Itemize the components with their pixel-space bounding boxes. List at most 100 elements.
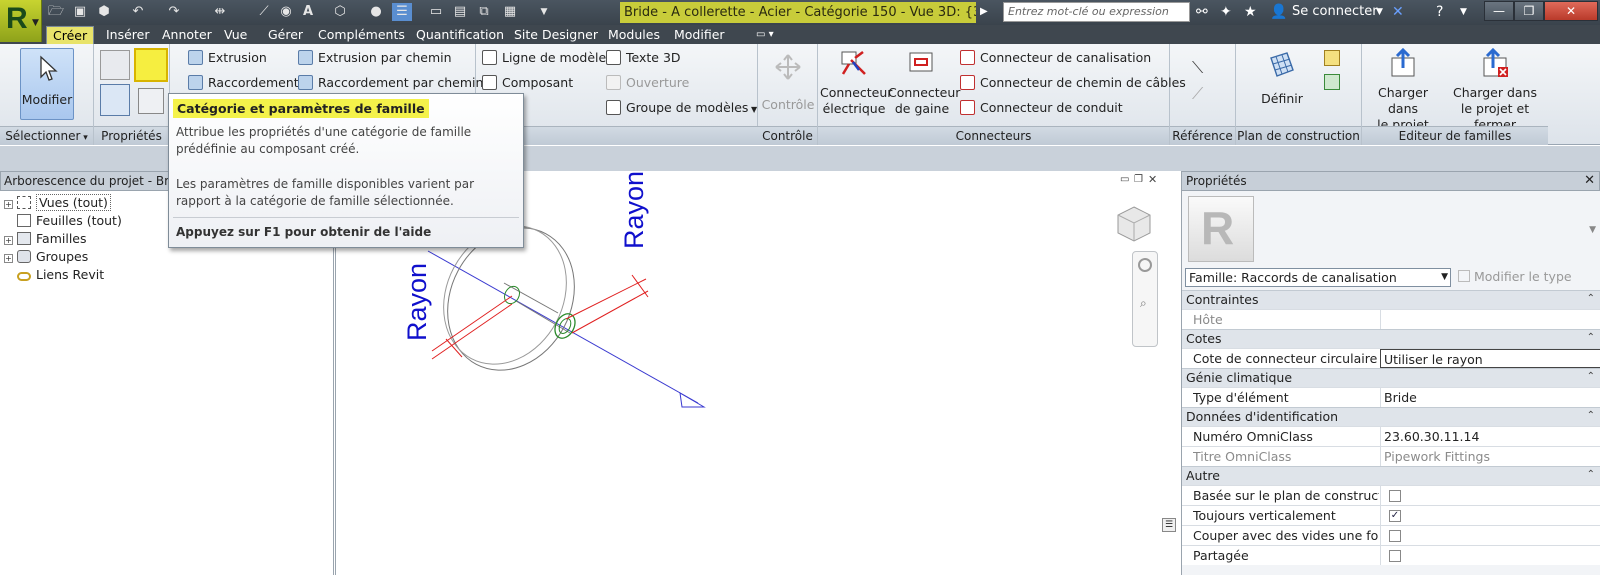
align-dimension-icon[interactable]: ⟋ (254, 3, 274, 21)
tab-gerer[interactable]: Gérer (262, 26, 309, 44)
checkbox-toujours-verticalement[interactable]: ✓ (1389, 510, 1401, 522)
tree-item-groupes[interactable]: + Groupes (4, 248, 88, 266)
minimize-button[interactable]: — (1484, 1, 1514, 21)
charger-projet-fermer-button[interactable]: Charger dans le projet et fermer (1442, 47, 1548, 133)
connecteur-chemin-cables-button[interactable]: Connecteur de chemin de câbles (960, 74, 1186, 92)
tab-complements[interactable]: Compléments (312, 26, 411, 44)
tab-annoter[interactable]: Annoter (156, 26, 218, 44)
ligne-modele-button[interactable]: Ligne de modèle (482, 49, 606, 67)
property-value-editor[interactable]: Utiliser le rayon (1380, 349, 1600, 368)
family-types-icon[interactable] (100, 50, 130, 80)
collapse-icon[interactable]: ⌃ (1587, 466, 1595, 484)
open-icon[interactable]: 🗁 (46, 3, 66, 21)
undo-icon[interactable]: ↶ (128, 3, 148, 21)
section-icon[interactable]: ● (366, 3, 386, 21)
extrusion-chemin-button[interactable]: Extrusion par chemin (298, 49, 452, 67)
3d-view-icon[interactable]: ⬡ (330, 3, 350, 21)
tab-modules[interactable]: Modules (602, 26, 666, 44)
edit-type-button[interactable]: Modifier le type (1458, 269, 1572, 284)
expand-icon[interactable]: + (4, 236, 13, 245)
scroll-menu-icon[interactable]: ☰ (1162, 518, 1176, 532)
measure-icon[interactable]: ⇹ (210, 3, 230, 21)
tree-item-familles[interactable]: + Familles (4, 230, 87, 248)
exchange-icon[interactable]: ✕ (1392, 3, 1404, 21)
chevron-right-icon[interactable]: ▶ (980, 3, 988, 21)
group-autre[interactable]: Autre ⌃ (1182, 466, 1600, 485)
view-close-icon[interactable]: ✕ (1148, 173, 1157, 186)
help-dropdown-icon[interactable]: ▼ (1460, 3, 1467, 21)
checkbox-basee[interactable] (1389, 490, 1401, 502)
connecteur-electrique-button[interactable]: Connecteur électrique (820, 48, 892, 117)
chevron-down-icon[interactable]: ▼ (1589, 225, 1596, 235)
tab-inserer[interactable]: Insérer (100, 26, 156, 44)
customize-icon[interactable]: ▦ (500, 3, 520, 21)
tab-modifier[interactable]: Modifier (668, 26, 731, 44)
family-type-select[interactable]: Famille: Raccords de canalisation ▼ (1185, 268, 1451, 287)
property-value[interactable]: Bride (1380, 388, 1600, 407)
application-menu-button[interactable]: R ▼ (0, 0, 42, 42)
texte-3d-button[interactable]: Texte 3D (606, 49, 681, 67)
close-icon[interactable]: ✕ (1584, 172, 1595, 190)
tree-item-vues[interactable]: + Vues (tout) (4, 194, 111, 212)
tab-site-designer[interactable]: Site Designer (508, 26, 604, 44)
ouverture-button[interactable]: Ouverture (606, 74, 689, 92)
property-value[interactable] (1380, 310, 1600, 329)
redo-icon[interactable]: ↷ (164, 3, 184, 21)
viewcube-icon[interactable] (1114, 203, 1154, 245)
raccordement-chemin-button[interactable]: Raccordement par chemin (298, 74, 483, 92)
reference-line-icon[interactable]: ⟍ (1192, 58, 1203, 78)
save-icon[interactable]: ▣ (70, 3, 90, 21)
connecteur-conduit-button[interactable]: Connecteur de conduit (960, 99, 1123, 117)
thin-lines-icon[interactable]: ☰ (392, 3, 412, 21)
switch-windows-icon[interactable]: ▤ (450, 3, 470, 21)
groupe-modeles-button[interactable]: Groupe de modèles ▼ (606, 99, 757, 119)
sync-icon[interactable]: ⬢ (94, 3, 114, 21)
tab-quantification[interactable]: Quantification (410, 26, 510, 44)
definir-button[interactable]: Définir (1252, 50, 1312, 107)
tree-item-liens[interactable]: Liens Revit (4, 266, 104, 284)
tab-vue[interactable]: Vue (218, 26, 253, 44)
tag-icon[interactable]: ◉ (276, 3, 296, 21)
close-hidden-icon[interactable]: ▭ (426, 3, 446, 21)
group-identification[interactable]: Données d'identification ⌃ (1182, 407, 1600, 426)
collapse-icon[interactable]: ⌃ (1587, 290, 1595, 308)
binoculars-icon[interactable]: ⚯ (1196, 3, 1208, 21)
zoom-icon[interactable]: ⌕ (1140, 296, 1147, 311)
dimension-label-rayon-left[interactable]: Rayon (402, 263, 432, 341)
text-icon[interactable]: A (298, 3, 318, 21)
checkbox-partagee[interactable] (1389, 550, 1401, 562)
expand-icon[interactable]: + (4, 254, 13, 263)
user-icon[interactable]: 👤 (1270, 3, 1287, 21)
viewer-icon[interactable] (1324, 74, 1340, 90)
connecteur-canalisation-button[interactable]: Connecteur de canalisation (960, 49, 1151, 67)
communication-icon[interactable]: ✦ (1220, 3, 1232, 21)
dimension-label-rayon-right[interactable]: Rayon (619, 171, 649, 249)
expand-icon[interactable]: + (4, 200, 13, 209)
properties-icon[interactable] (100, 84, 130, 116)
controle-button[interactable]: Contrôle (758, 52, 818, 113)
restore-button[interactable]: ❐ (1514, 1, 1544, 21)
view-restore-icon[interactable]: ❐ (1134, 174, 1143, 185)
raccordement-button[interactable]: Raccordement (188, 74, 299, 92)
tree-item-feuilles[interactable]: Feuilles (tout) (4, 212, 122, 230)
tab-creer[interactable]: Créer (46, 26, 95, 44)
collapse-icon[interactable]: ⌃ (1587, 368, 1595, 386)
composant-button[interactable]: Composant (482, 74, 573, 92)
type-properties-icon[interactable] (138, 88, 164, 114)
collapse-icon[interactable]: ⌃ (1587, 407, 1595, 425)
help-icon[interactable]: ? (1436, 3, 1443, 21)
charger-projet-button[interactable]: Charger dans le projet (1364, 47, 1442, 133)
modifier-button[interactable]: Modifier (20, 48, 74, 120)
qat-dropdown-icon[interactable]: ▼ (534, 3, 554, 21)
panel-label-selectionner[interactable]: Sélectionner (0, 126, 93, 145)
favorites-star-icon[interactable]: ★ (1244, 3, 1257, 21)
group-genie-climatique[interactable]: Génie climatique ⌃ (1182, 368, 1600, 387)
search-input[interactable]: Entrez mot-clé ou expression (1003, 2, 1190, 22)
windows-icon[interactable]: ⧉ (474, 3, 494, 21)
extrusion-button[interactable]: Extrusion (188, 49, 267, 67)
group-cotes[interactable]: Cotes ⌃ (1182, 329, 1600, 348)
close-window-button[interactable]: ✕ (1544, 1, 1598, 21)
signin-dropdown-icon[interactable]: ▼ (1376, 3, 1383, 21)
ribbon-toggle-icon[interactable]: ▭ ▾ (750, 26, 780, 44)
family-category-icon[interactable] (134, 48, 168, 82)
